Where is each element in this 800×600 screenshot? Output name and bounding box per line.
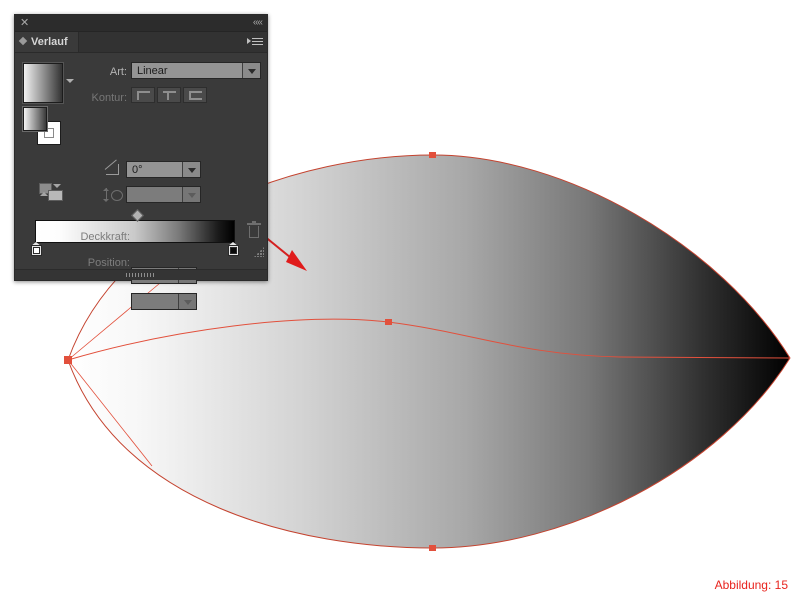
gradient-type-value: Linear [137,65,168,77]
anchor-bottom[interactable] [429,545,436,551]
gradient-angle-input[interactable]: 0° [126,161,201,178]
gradient-type-select[interactable]: Linear [131,62,261,79]
double-chevron-left-icon[interactable]: «« [253,16,263,30]
figure-caption: Abbildung: 15 [714,578,788,592]
anchor-left-tip[interactable] [64,356,72,364]
anchor-vein-mid[interactable] [385,319,392,325]
stroke-align-center-button[interactable] [157,87,181,103]
chevron-down-icon[interactable] [182,162,200,177]
gradient-apply-icon[interactable] [39,183,65,201]
anchor-top[interactable] [429,152,436,158]
panel-menu-icon[interactable] [247,36,263,48]
stroke-align-end-icon [189,91,202,100]
gradient-aspect-ratio-input [126,186,201,203]
gradient-panel[interactable]: ✕ «« Verlauf Art: Linear Kontur: 0° [14,14,268,310]
panel-titlebar[interactable]: ✕ «« [15,15,267,32]
chevron-down-icon [182,187,200,202]
panel-resize-grip[interactable] [254,247,264,257]
stroke-align-center-icon [163,91,176,100]
trash-icon[interactable] [247,221,261,239]
stroke-align-end-button[interactable] [183,87,207,103]
chevron-down-icon[interactable] [66,79,74,83]
chevron-down-icon [178,294,196,309]
stroke-align-start-button[interactable] [131,87,155,103]
tab-verlauf[interactable]: Verlauf [15,32,79,52]
panel-tab-row[interactable]: Verlauf [15,32,267,53]
panel-body: Art: Linear Kontur: 0° [15,53,267,310]
panel-footer[interactable] [15,269,267,280]
opacity-label-text: Deckkraft: [80,231,130,243]
angle-icon [104,159,119,175]
gradient-stop-start[interactable] [31,242,42,256]
panel-title: Verlauf [31,36,68,48]
stroke-align-start-icon [137,91,150,100]
gradient-angle-value: 0° [132,164,143,176]
position-label-text: Position: [87,257,130,269]
close-icon[interactable]: ✕ [20,16,29,30]
gradient-position-input [131,293,197,310]
tab-diamond-icon [18,36,28,46]
panel-drag-grip[interactable] [126,273,156,277]
type-label: Art: [109,66,127,78]
stroke-label: Kontur: [91,92,127,104]
aspect-ratio-icon [103,188,123,202]
gradient-preview-swatch[interactable] [23,63,63,103]
gradient-stop-end[interactable] [228,242,239,256]
chevron-down-icon[interactable] [242,63,260,78]
fill-proxy-swatch[interactable] [23,107,47,131]
